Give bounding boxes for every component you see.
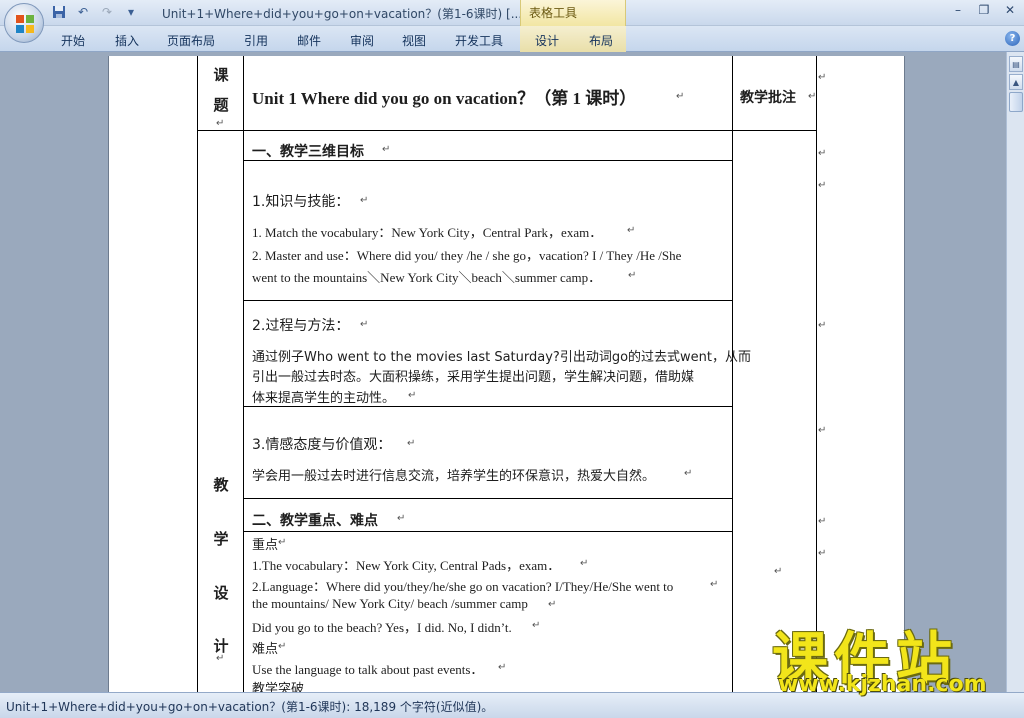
paragraph-mark: ↵ <box>710 579 719 590</box>
table-tools-context-tab: 表格工具 <box>520 0 626 26</box>
section2-title: 二、教学重点、难点 <box>252 513 378 529</box>
design-label-char: 设 <box>213 584 229 602</box>
restore-icon[interactable]: ❐ <box>976 3 992 17</box>
tab-developer[interactable]: 开发工具 <box>455 32 503 49</box>
table-border <box>243 56 244 692</box>
paragraph-mark: ↵ <box>808 91 817 102</box>
key-line-2a: 2.Language：Where did you/they/he/she go … <box>252 579 674 594</box>
row-end-mark: ↵ <box>818 425 827 436</box>
paragraph-mark: ↵ <box>360 195 369 206</box>
tab-references[interactable]: 引用 <box>244 32 268 49</box>
knowledge-line-1: 1. Match the vocabulary：New York City，Ce… <box>252 225 603 240</box>
subject-label-char: 题 <box>213 96 229 114</box>
design-label-char: 教 <box>213 476 229 494</box>
cell-end-mark: ↵ <box>216 118 225 129</box>
tab-mailings[interactable]: 邮件 <box>297 32 321 49</box>
process-line-1: 通过例子Who went to the movies last Saturday… <box>252 350 751 365</box>
row-end-mark: ↵ <box>818 180 827 191</box>
office-button[interactable] <box>4 3 44 43</box>
attitude-title: 3.情感态度与价值观： <box>252 437 392 453</box>
document-title: Unit+1+Where+did+you+go+on+vacation？(第1-… <box>162 7 523 21</box>
context-tab-label: 表格工具 <box>529 6 578 20</box>
paragraph-mark: ↵ <box>278 537 287 548</box>
row-end-mark: ↵ <box>818 320 827 331</box>
table-border <box>243 300 733 301</box>
ribbon-tabs: 开始 插入 页面布局 引用 邮件 审阅 视图 开发工具 设计 布局 ? <box>0 26 1024 52</box>
paragraph-mark: ↵ <box>382 144 391 155</box>
process-line-3: 体来提高学生的主动性。 <box>252 391 396 406</box>
undo-icon[interactable]: ↶ <box>74 3 92 21</box>
row-end-mark: ↵ <box>818 148 827 159</box>
tab-review[interactable]: 审阅 <box>350 32 374 49</box>
paragraph-mark: ↵ <box>532 620 541 631</box>
tab-home[interactable]: 开始 <box>61 32 85 49</box>
tab-layout[interactable]: 布局 <box>589 32 613 49</box>
table-border <box>197 56 198 692</box>
paragraph-mark: ↵ <box>676 91 685 102</box>
design-label-char: 学 <box>213 530 229 548</box>
table-border <box>816 56 817 692</box>
process-title: 2.过程与方法： <box>252 318 350 334</box>
paragraph-mark: ↵ <box>548 599 557 610</box>
key-line-1: 1.The vocabulary：New York City, Central … <box>252 558 561 573</box>
tab-insert[interactable]: 插入 <box>115 32 139 49</box>
paragraph-mark: ↵ <box>627 225 636 236</box>
scroll-up-icon[interactable]: ▲ <box>1009 74 1023 90</box>
paragraph-mark: ↵ <box>407 438 416 449</box>
unit-title: Unit 1 Where did you go on vacation？（第 1… <box>252 89 637 108</box>
watermark-url: www.kjzhan.com <box>778 672 987 697</box>
paragraph-mark: ↵ <box>408 390 417 401</box>
process-line-2: 引出一般过去时态。大面积操练，采用学生提出问题，学生解决问题，借助媒 <box>252 370 695 385</box>
paragraph-mark: ↵ <box>397 513 406 524</box>
section1-title: 一、教学三维目标 <box>252 144 364 160</box>
cell-end-mark: ↵ <box>774 566 783 577</box>
close-icon[interactable]: ✕ <box>1002 3 1018 17</box>
tab-view[interactable]: 视图 <box>402 32 426 49</box>
help-icon[interactable]: ? <box>1005 31 1020 46</box>
office-logo-icon <box>16 15 34 33</box>
row-end-mark: ↵ <box>818 548 827 559</box>
vertical-scrollbar[interactable]: ▤ ▲ <box>1006 52 1024 692</box>
minimize-icon[interactable]: – <box>950 3 966 17</box>
difficulty-label: 难点 <box>252 642 279 657</box>
table-border <box>243 406 733 407</box>
key-line-3: Did you go to the beach? Yes，I did. No, … <box>252 620 512 635</box>
key-label: 重点 <box>252 538 279 553</box>
row-end-mark: ↵ <box>818 72 827 83</box>
table-border <box>197 130 817 131</box>
paragraph-mark: ↵ <box>360 319 369 330</box>
subject-label-char: 课 <box>213 66 229 84</box>
comment-header: 教学批注 <box>740 90 796 106</box>
scroll-thumb[interactable] <box>1009 92 1023 112</box>
attitude-line-1: 学会用一般过去时进行信息交流，培养学生的环保意识，热爱大自然。 <box>252 469 656 484</box>
save-icon[interactable] <box>50 3 68 21</box>
knowledge-title: 1.知识与技能： <box>252 194 350 210</box>
tab-page-layout[interactable]: 页面布局 <box>167 32 215 49</box>
paragraph-mark: ↵ <box>580 558 589 569</box>
title-bar: ↶ ↷ ▾ Unit+1+Where+did+you+go+on+vacatio… <box>0 0 1024 26</box>
table-border <box>732 56 733 692</box>
table-border <box>243 498 733 499</box>
qat-dropdown-icon[interactable]: ▾ <box>122 3 140 21</box>
ruler-toggle-icon[interactable]: ▤ <box>1009 56 1023 72</box>
row-end-mark: ↵ <box>818 516 827 527</box>
paragraph-mark: ↵ <box>684 468 693 479</box>
paragraph-mark: ↵ <box>628 270 637 281</box>
redo-icon[interactable]: ↷ <box>98 3 116 21</box>
knowledge-line-2a: 2. Master and use：Where did you/ they /h… <box>252 248 682 263</box>
window-controls: – ❐ ✕ <box>950 3 1018 17</box>
table-border <box>243 531 733 532</box>
key-line-2b: the mountains/ New York City/ beach /sum… <box>252 596 528 611</box>
watermark: 课件站 www.kjzhan.com <box>772 614 1012 697</box>
difficulty-line-1: Use the language to talk about past even… <box>252 662 484 677</box>
quick-access-toolbar: ↶ ↷ ▾ <box>50 3 140 21</box>
tab-design[interactable]: 设计 <box>535 32 559 49</box>
subject-label: 课 题 <box>200 60 242 120</box>
status-text: Unit+1+Where+did+you+go+on+vacation？(第1-… <box>6 700 494 714</box>
cell-end-mark: ↵ <box>216 653 225 664</box>
paragraph-mark: ↵ <box>498 662 507 673</box>
paragraph-mark: ↵ <box>278 641 287 652</box>
knowledge-line-2b: went to the mountains＼New York City＼beac… <box>252 270 602 285</box>
